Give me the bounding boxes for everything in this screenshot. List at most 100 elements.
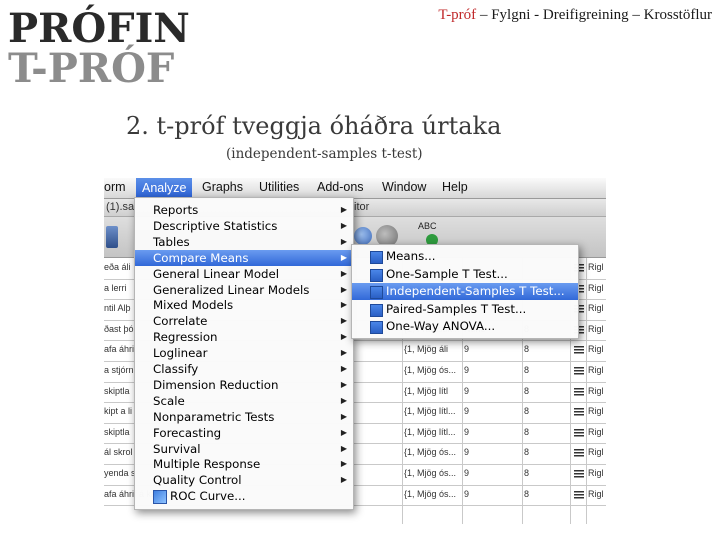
submenu-item-one-way-anova[interactable]: One-Way ANOVA... [352, 318, 578, 335]
menu-item-label: Descriptive Statistics [153, 218, 278, 233]
menu-item-dimension-reduction[interactable]: Dimension Reduction ▶ [135, 377, 353, 393]
variable-icon[interactable] [106, 226, 118, 248]
menu-item-label: Compare Means [153, 250, 249, 265]
menu-window[interactable]: Window [382, 180, 426, 194]
menu-help[interactable]: Help [442, 180, 468, 194]
submenu-item-label: One-Sample T Test... [386, 266, 508, 281]
align-right-icon [574, 428, 584, 438]
menu-transform[interactable]: orm [104, 180, 126, 194]
compare-means-submenu: Means... One-Sample T Test... Independent-… [351, 244, 579, 339]
menu-item-classify[interactable]: Classify ▶ [135, 361, 353, 377]
cell-missing[interactable]: 9 [464, 489, 520, 499]
cell-missing[interactable]: 9 [464, 406, 520, 416]
cell-values[interactable]: {1, Mjög lítl... [404, 427, 460, 437]
menu-item-descriptive-statistics[interactable]: Descriptive Statistics ▶ [135, 218, 353, 234]
cell-values[interactable]: {1, Mjög ós... [404, 365, 460, 375]
submenu-arrow-icon: ▶ [340, 205, 347, 214]
menu-bar: orm Analyze Graphs Utilities Add-ons Win… [104, 178, 606, 199]
cell-columns[interactable]: 8 [524, 468, 564, 478]
submenu-item-paired-samples-t-test[interactable]: Paired-Samples T Test... [352, 301, 578, 318]
cell-missing[interactable]: 9 [464, 468, 520, 478]
cell-columns[interactable]: 8 [524, 406, 564, 416]
submenu-item-label: One-Way ANOVA... [386, 319, 496, 334]
cell-values[interactable]: {1, Mjög ós... [404, 489, 460, 499]
breadcrumb: T-próf – Fylgni - Dreifigreining – Kross… [438, 7, 712, 24]
menu-item-scale[interactable]: Scale ▶ [135, 393, 353, 409]
submenu-arrow-icon: ▶ [340, 364, 347, 373]
menu-item-survival[interactable]: Survival ▶ [135, 441, 353, 457]
menu-item-label: Reports [153, 203, 199, 217]
cell-align[interactable]: Rigl [588, 406, 606, 416]
cell-columns[interactable]: 8 [524, 427, 564, 437]
submenu-arrow-icon: ▶ [340, 284, 347, 294]
cell-values[interactable]: {1, Mjög áli [404, 344, 460, 354]
submenu-arrow-icon: ▶ [340, 475, 347, 485]
menu-item-label: Tables [153, 234, 190, 249]
cell-align[interactable]: Rigl [588, 489, 606, 499]
submenu-item-independent-samples-t-test[interactable]: Independent-Samples T Test... [352, 283, 578, 301]
menu-item-tables[interactable]: Tables ▶ [135, 234, 353, 250]
cell-columns[interactable]: 8 [524, 489, 564, 499]
cell-values[interactable]: {1, Mjög lítl... [404, 406, 460, 416]
menu-utilities[interactable]: Utilities [259, 180, 299, 194]
menu-item-quality-control[interactable]: Quality Control ▶ [135, 472, 353, 488]
cell-columns[interactable]: 8 [524, 447, 564, 457]
menu-addons[interactable]: Add-ons [317, 180, 364, 194]
cell-missing[interactable]: 9 [464, 427, 520, 437]
menu-item-generalized-linear-models[interactable]: Generalized Linear Models ▶ [135, 282, 353, 298]
cell-align[interactable]: Rigl [588, 324, 606, 334]
menu-item-compare-means[interactable]: Compare Means ▶ [135, 249, 353, 266]
align-right-icon [574, 490, 584, 500]
menu-item-roc-curve[interactable]: ROC Curve... [135, 488, 353, 505]
menu-analyze[interactable]: Analyze [136, 178, 193, 198]
cell-columns[interactable]: 8 [524, 365, 564, 375]
menu-item-nonparametric-tests[interactable]: Nonparametric Tests ▶ [135, 409, 353, 425]
menu-item-mixed-models[interactable]: Mixed Models ▶ [135, 297, 353, 313]
menu-item-label: Quality Control [153, 473, 242, 488]
cell-values[interactable]: {1, Mjög lítl [404, 386, 460, 396]
cell-align[interactable]: Rigl [588, 344, 606, 354]
cell-missing[interactable]: 9 [464, 386, 520, 396]
independent-samples-icon [370, 286, 383, 300]
cell-missing[interactable]: 9 [464, 344, 520, 354]
menu-item-label: ROC Curve... [170, 489, 246, 504]
menu-item-reports[interactable]: Reports ▶ [135, 202, 353, 218]
cell-align[interactable]: Rigl [588, 447, 606, 457]
submenu-arrow-icon: ▶ [340, 332, 347, 342]
submenu-arrow-icon: ▶ [340, 236, 347, 246]
cell-missing[interactable]: 9 [464, 447, 520, 457]
cell-align[interactable]: Rigl [588, 303, 606, 313]
cell-align[interactable]: Rigl [588, 262, 606, 272]
cell-columns[interactable]: 8 [524, 386, 564, 396]
submenu-arrow-icon: ▶ [340, 348, 347, 358]
submenu-arrow-icon: ▶ [340, 411, 347, 421]
paired-samples-icon [370, 303, 383, 317]
value-labels-icon[interactable] [354, 227, 372, 245]
menu-item-correlate[interactable]: Correlate ▶ [135, 313, 353, 329]
menu-item-loglinear[interactable]: Loglinear ▶ [135, 345, 353, 361]
submenu-item-means[interactable]: Means... [352, 248, 578, 265]
menu-item-multiple-response[interactable]: Multiple Response ▶ [135, 456, 353, 472]
cell-missing[interactable]: 9 [464, 365, 520, 375]
submenu-item-one-sample-t-test[interactable]: One-Sample T Test... [352, 266, 578, 283]
cell-align[interactable]: Rigl [588, 283, 606, 293]
cell-columns[interactable]: 8 [524, 344, 564, 354]
one-sample-icon [370, 268, 383, 282]
cell-align[interactable]: Rigl [588, 386, 606, 396]
menu-graphs[interactable]: Graphs [202, 180, 243, 194]
menu-item-label: Regression [153, 330, 218, 345]
cell-align[interactable]: Rigl [588, 365, 606, 375]
cell-values[interactable]: {1, Mjög ós... [404, 447, 460, 457]
submenu-arrow-icon: ▶ [340, 459, 347, 469]
menu-item-regression[interactable]: Regression ▶ [135, 329, 353, 345]
slide-title: 2. t-próf tveggja óháðra úrtaka [126, 112, 502, 140]
cell-align[interactable]: Rigl [588, 468, 606, 478]
window-title-right: itor [354, 201, 370, 213]
menu-item-label: Mixed Models [153, 298, 234, 313]
menu-item-general-linear-model[interactable]: General Linear Model ▶ [135, 266, 353, 282]
submenu-arrow-icon: ▶ [340, 395, 347, 405]
cell-values[interactable]: {1, Mjög ós... [404, 468, 460, 478]
cell-align[interactable]: Rigl [588, 427, 606, 437]
slide-subtitle: (independent-samples t-test) [226, 146, 423, 162]
menu-item-forecasting[interactable]: Forecasting ▶ [135, 425, 353, 441]
